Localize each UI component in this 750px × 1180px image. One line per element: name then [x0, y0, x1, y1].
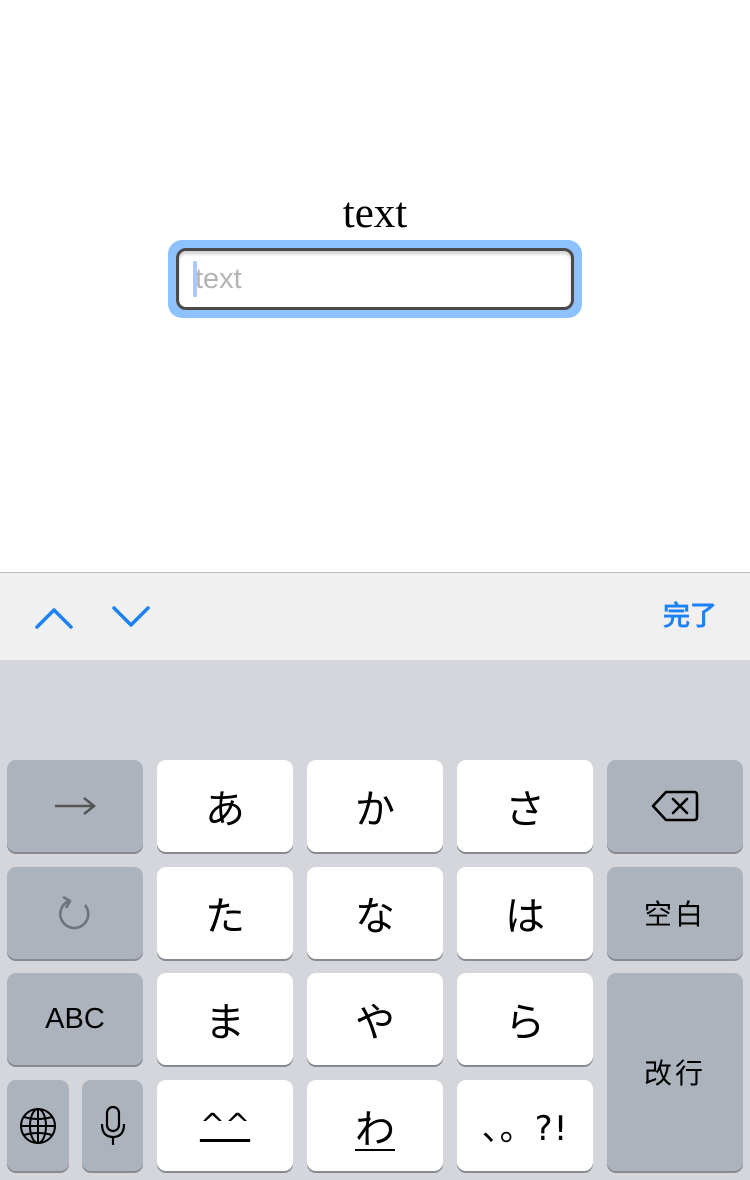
delete-icon: [651, 790, 699, 822]
key-ya[interactable]: や: [307, 973, 443, 1065]
key-a[interactable]: あ: [157, 760, 293, 852]
return-key[interactable]: 改行: [607, 973, 743, 1171]
key-wa[interactable]: わ: [307, 1080, 443, 1171]
text-caret: [193, 261, 197, 297]
globe-key[interactable]: [7, 1080, 69, 1171]
text-input[interactable]: [176, 248, 574, 310]
undo-icon: [59, 895, 90, 930]
emoticon-key[interactable]: ^^: [157, 1080, 293, 1171]
undo-key[interactable]: [7, 867, 143, 959]
key-sa[interactable]: さ: [457, 760, 593, 852]
key-ta[interactable]: た: [157, 867, 293, 959]
globe-icon: [20, 1107, 56, 1144]
field-label: text: [342, 190, 408, 237]
space-key[interactable]: 空白: [607, 867, 743, 959]
microphone-icon: [100, 1105, 125, 1145]
key-ra[interactable]: ら: [457, 973, 593, 1065]
punctuation-key[interactable]: 、。?!: [457, 1080, 593, 1171]
done-button[interactable]: 完了: [663, 597, 717, 637]
abc-key[interactable]: ABC: [7, 973, 143, 1065]
key-ma[interactable]: ま: [157, 973, 293, 1065]
key-ha[interactable]: は: [457, 867, 593, 959]
key-na[interactable]: な: [307, 867, 443, 959]
key-ka[interactable]: か: [307, 760, 443, 852]
keyboard-accessory-bar: 完了: [0, 572, 750, 660]
chevron-down-icon: [112, 606, 150, 627]
next-candidate-key[interactable]: [7, 760, 143, 852]
delete-key[interactable]: [607, 760, 743, 852]
next-field-button[interactable]: [109, 595, 153, 639]
previous-field-button[interactable]: [32, 595, 76, 639]
japanese-kana-keyboard: あ か さ た な は 空白 ABC ま や ら 改行 ^^ わ 、。?!: [0, 660, 750, 1180]
arrow-right-icon: [55, 797, 97, 815]
chevron-up-icon: [35, 608, 73, 629]
dictation-key[interactable]: [82, 1080, 143, 1171]
